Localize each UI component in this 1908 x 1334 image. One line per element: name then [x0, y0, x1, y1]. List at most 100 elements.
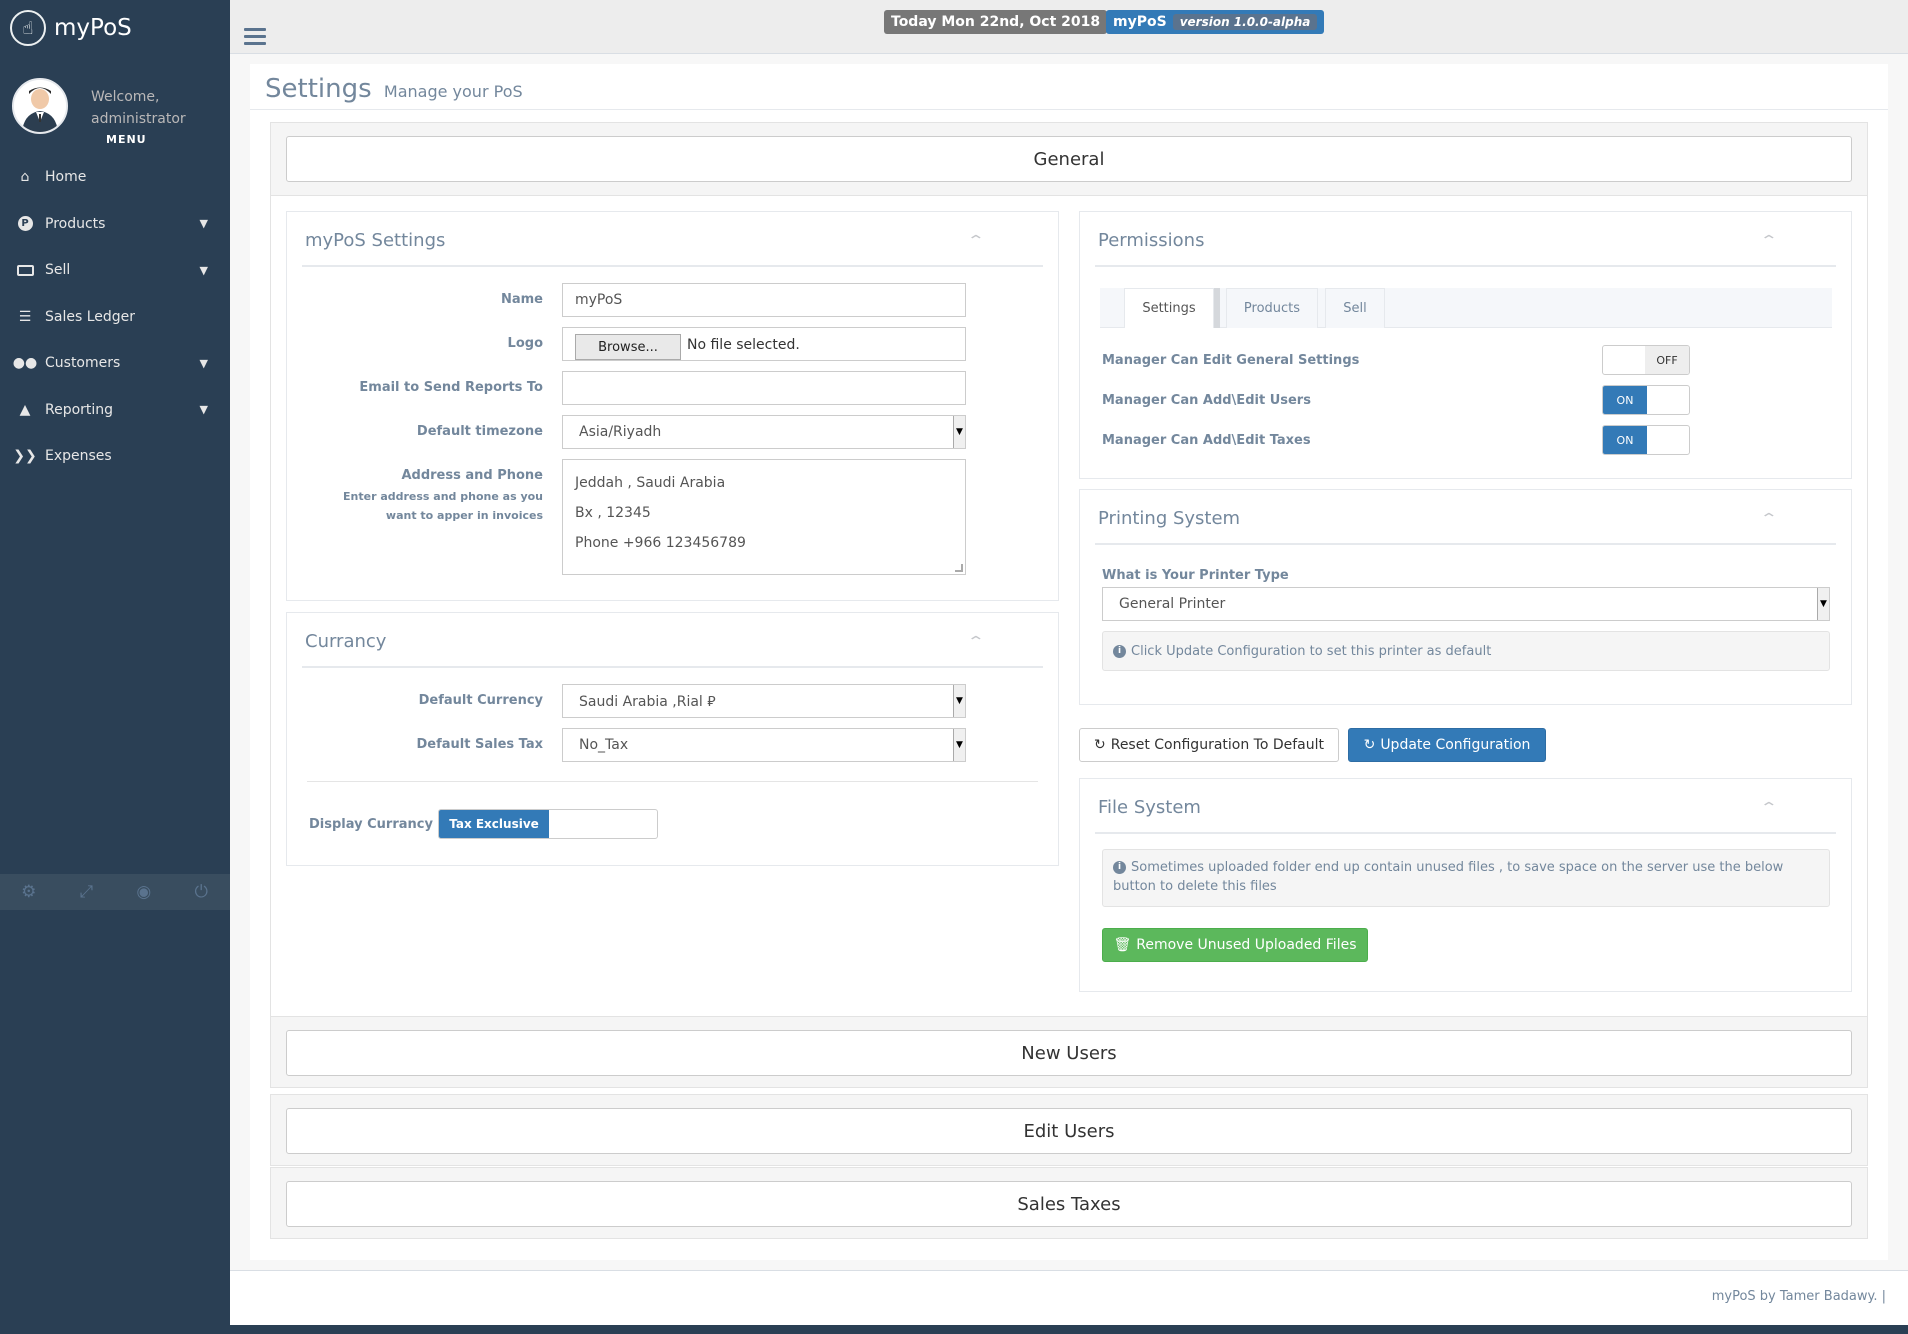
footer: myPoS by Tamer Badawy. | — [230, 1270, 1908, 1325]
page-header: Settings Manage your PoS — [250, 64, 1888, 110]
printer-type-value: General Printer — [1119, 596, 1226, 612]
permissions-tabs: Settings Products Sell — [1100, 288, 1832, 328]
display-currency-toggle[interactable]: Tax Exclusive — [438, 809, 658, 839]
panel-permissions: Permissions ⌃ Settings Products Sell Man… — [1079, 211, 1852, 479]
default-tax-select[interactable]: No_Tax ▼ — [562, 728, 966, 762]
accordion-header-edit-users[interactable]: Edit Users — [286, 1108, 1852, 1154]
logo-file-input[interactable]: Browse... No file selected. — [562, 327, 966, 361]
printer-type-select[interactable]: General Printer ▼ — [1102, 587, 1830, 621]
chevron-down-icon: ▼ — [199, 217, 208, 231]
chevron-down-icon: ▼ — [199, 356, 208, 370]
page-title: Settings Manage your PoS — [265, 74, 523, 104]
file-system-info: i Sometimes uploaded folder end up contai… — [1102, 849, 1830, 907]
accordion-general: General myPoS Settings ⌃ Name myPoS Logo… — [270, 122, 1868, 1016]
accordion-header-general[interactable]: General — [286, 136, 1852, 182]
accordion-body-general: myPoS Settings ⌃ Name myPoS Logo Browse.… — [271, 195, 1867, 1016]
chevron-up-icon[interactable]: ⌃ — [966, 233, 985, 249]
username: administrator — [91, 111, 186, 127]
reset-configuration-button[interactable]: ↻ Reset Configuration To Default — [1079, 728, 1339, 762]
sidebar-item-products[interactable]: P Products ▼ — [0, 201, 230, 248]
display-currency-label: Display Currancy — [309, 817, 433, 832]
fullscreen-icon[interactable]: ⤢ — [58, 874, 116, 910]
accordion-header-sales-taxes[interactable]: Sales Taxes — [286, 1181, 1852, 1227]
address-line: Jeddah , Saudi Arabia — [575, 475, 726, 491]
tab-sell[interactable]: Sell — [1325, 288, 1385, 328]
default-currency-select[interactable]: Saudi Arabia ,Rial ⃁ ▼ — [562, 684, 966, 718]
panel-mypos-settings: myPoS Settings ⌃ Name myPoS Logo Browse.… — [286, 211, 1059, 601]
default-tax-value: No_Tax — [579, 737, 629, 753]
dropdown-arrow-icon: ▼ — [953, 685, 965, 717]
chevron-up-icon[interactable]: ⌃ — [966, 634, 985, 650]
panel-title: Printing System — [1098, 508, 1241, 529]
sidebar-item-label: Customers — [45, 355, 121, 372]
dropdown-arrow-icon: ▼ — [1817, 588, 1829, 620]
app-title: myPoS — [54, 15, 132, 41]
home-icon: ⌂ — [20, 169, 30, 186]
permission-toggle-users[interactable]: ON — [1602, 385, 1690, 415]
timezone-select[interactable]: Asia/Riyadh ▼ — [562, 415, 966, 449]
no-file-text: No file selected. — [687, 337, 800, 353]
permission-label: Manager Can Add\Edit Taxes — [1102, 433, 1311, 448]
timezone-label: Default timezone — [416, 424, 543, 439]
sidebar-item-expenses[interactable]: ❯❯ Expenses — [0, 433, 230, 480]
address-textarea[interactable]: Jeddah , Saudi Arabia Bx , 12345 Phone +… — [562, 459, 966, 575]
update-configuration-label: Update Configuration — [1380, 737, 1531, 753]
printer-info: i Click Update Configuration to set this… — [1102, 631, 1830, 671]
expenses-icon: ❯❯ — [13, 448, 37, 465]
panel-title: Permissions — [1098, 230, 1205, 251]
dropdown-arrow-icon: ▼ — [953, 416, 965, 448]
gear-icon[interactable]: ⚙ — [0, 874, 58, 910]
permission-toggle-taxes[interactable]: ON — [1602, 425, 1690, 455]
sidebar-item-customers[interactable]: ●● Customers ▼ — [0, 340, 230, 387]
permission-toggle-general-settings[interactable]: OFF — [1602, 345, 1690, 375]
name-input[interactable]: myPoS — [562, 283, 966, 317]
sidebar-item-label: Products — [45, 215, 106, 232]
sidebar: ☝ myPoS Welcome, administrator MENU ⌂ Ho… — [0, 0, 230, 1334]
tab-settings[interactable]: Settings — [1124, 288, 1214, 328]
chevron-up-icon[interactable]: ⌃ — [1759, 800, 1778, 816]
power-icon[interactable]: ⏻ — [173, 874, 231, 910]
footer-text: myPoS by Tamer Badawy. | — [1711, 1289, 1886, 1304]
accordion-edit-users: Edit Users — [270, 1094, 1868, 1166]
main-area: Today Mon 22nd, Oct 2018 myPoS version 1.… — [230, 0, 1908, 1325]
remove-unused-files-label: Remove Unused Uploaded Files — [1136, 937, 1357, 953]
brand[interactable]: ☝ myPoS — [0, 0, 230, 56]
sidebar-item-label: Sell — [45, 262, 71, 279]
remove-unused-files-button[interactable]: 🗑 Remove Unused Uploaded Files — [1102, 928, 1368, 962]
menu-label: MENU — [106, 133, 147, 146]
update-configuration-button[interactable]: ↻ Update Configuration — [1348, 728, 1546, 762]
panel-file-system: File System ⌃ i Sometimes uploaded folder… — [1079, 778, 1852, 992]
printer-type-label: What is Your Printer Type — [1102, 568, 1289, 583]
sidebar-nav: ⌂ Home P Products ▼ Sell ▼ ☰ Sales Ledge… — [0, 154, 230, 480]
sidebar-item-sales-ledger[interactable]: ☰ Sales Ledger — [0, 294, 230, 341]
avatar[interactable] — [12, 78, 68, 134]
name-label: Name — [500, 292, 543, 307]
sidebar-item-home[interactable]: ⌂ Home — [0, 154, 230, 201]
chevron-down-icon: ▼ — [199, 403, 208, 417]
chevron-up-icon[interactable]: ⌃ — [1759, 233, 1778, 249]
sidebar-item-sell[interactable]: Sell ▼ — [0, 247, 230, 294]
email-input[interactable] — [562, 371, 966, 405]
panel-title: Currancy — [305, 631, 387, 652]
sidebar-item-reporting[interactable]: ▲ Reporting ▼ — [0, 387, 230, 434]
toggle-on-label: Tax Exclusive — [439, 810, 549, 838]
resize-grip-icon[interactable] — [955, 564, 963, 572]
panel-currency: Currancy ⌃ Default Currency Saudi Arabia… — [286, 612, 1059, 866]
globe-icon[interactable]: ◉ — [115, 874, 173, 910]
reset-configuration-label: Reset Configuration To Default — [1110, 737, 1325, 753]
address-line: Bx , 12345 — [575, 505, 651, 521]
welcome-label: Welcome, — [91, 89, 160, 105]
chevron-up-icon[interactable]: ⌃ — [1759, 511, 1778, 527]
browse-button[interactable]: Browse... — [575, 334, 681, 360]
version-number: version 1.0.0-alpha — [1172, 14, 1318, 30]
panel-title: File System — [1098, 797, 1201, 818]
sidebar-item-label: Expenses — [45, 448, 112, 465]
default-tax-label: Default Sales Tax — [416, 737, 543, 752]
tab-products[interactable]: Products — [1226, 288, 1318, 328]
toggle-on-label: ON — [1603, 386, 1647, 414]
refresh-icon: ↻ — [1363, 737, 1376, 753]
info-icon: i — [1113, 644, 1126, 658]
accordion-header-new-users[interactable]: New Users — [286, 1030, 1852, 1076]
hamburger-menu-icon[interactable] — [244, 28, 266, 49]
date-label: Today Mon 22nd, Oct 2018 — [884, 10, 1108, 34]
